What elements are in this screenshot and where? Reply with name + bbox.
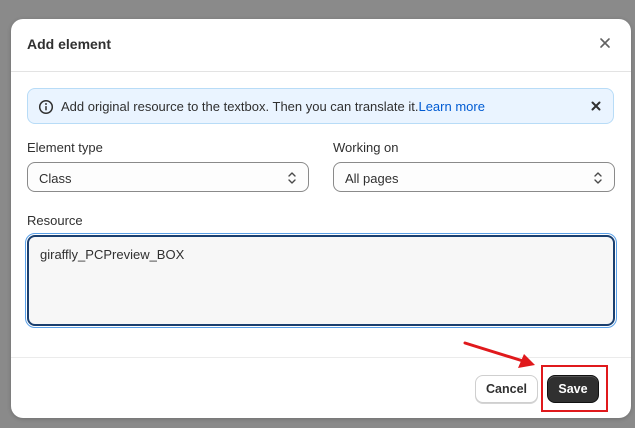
working-on-value: All pages: [345, 171, 399, 186]
select-chevron-icon: [288, 172, 296, 184]
element-type-value: Class: [39, 171, 72, 186]
cancel-button[interactable]: Cancel: [475, 375, 538, 403]
close-icon[interactable]: [597, 35, 613, 51]
banner-close-icon[interactable]: [589, 99, 603, 113]
element-type-label: Element type: [27, 140, 103, 155]
info-circle-icon: [38, 99, 54, 115]
resource-textarea[interactable]: giraffly_PCPreview_BOX: [25, 233, 617, 328]
add-element-dialog: Add element Add original resource to the…: [11, 19, 631, 418]
element-type-select[interactable]: Class: [27, 162, 309, 192]
working-on-select[interactable]: All pages: [333, 162, 615, 192]
save-button[interactable]: Save: [547, 375, 599, 403]
working-on-label: Working on: [333, 140, 399, 155]
banner-text: Add original resource to the textbox. Th…: [61, 99, 485, 114]
info-banner: Add original resource to the textbox. Th…: [27, 88, 614, 124]
dialog-header: Add element: [11, 19, 631, 72]
dialog-title: Add element: [27, 36, 112, 52]
resource-label: Resource: [27, 213, 83, 228]
annotation-arrow-icon: [463, 341, 535, 368]
learn-more-link[interactable]: Learn more: [418, 99, 484, 114]
resource-value: giraffly_PCPreview_BOX: [40, 247, 185, 262]
select-chevron-icon: [594, 172, 602, 184]
